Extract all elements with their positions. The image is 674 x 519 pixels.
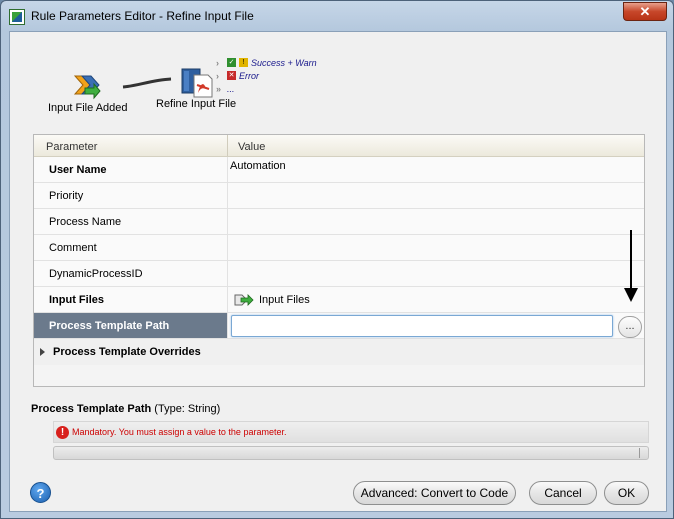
- param-value-cell[interactable]: Input Files: [228, 287, 644, 312]
- param-name: Comment: [34, 235, 228, 260]
- refine-input-file-icon: [181, 68, 213, 98]
- app-icon: [9, 9, 25, 25]
- description-param-name: Process Template Path: [31, 403, 152, 415]
- cancel-button[interactable]: Cancel: [529, 481, 597, 505]
- outlet-label: ...: [227, 83, 235, 94]
- outlet-success-warn[interactable]: › ✓ ! Success + Warn: [216, 56, 317, 69]
- status-bar: [53, 446, 649, 460]
- input-files-icon: [234, 294, 254, 306]
- workflow-diagram: Input File Added Refine Input File › ✓ !…: [10, 32, 410, 122]
- param-value-cell[interactable]: [228, 235, 644, 260]
- target-node-label: Refine Input File: [156, 98, 237, 110]
- param-row-input-files[interactable]: Input Files Input Files: [34, 287, 644, 313]
- description-type: (Type: String): [154, 403, 221, 415]
- parameter-grid: Parameter Value User Name Automation Pri…: [33, 134, 645, 387]
- validation-message: Mandatory. You must assign a value to th…: [72, 427, 287, 437]
- close-button[interactable]: ✕: [623, 2, 667, 21]
- ok-button[interactable]: OK: [604, 481, 649, 505]
- chevron-right-icon: ›: [216, 57, 219, 68]
- group-label: Process Template Overrides: [53, 346, 201, 358]
- help-icon[interactable]: ?: [30, 482, 51, 503]
- advanced-convert-to-code-button[interactable]: Advanced: Convert to Code: [353, 481, 516, 505]
- param-row-process-template-path[interactable]: Process Template Path ...: [34, 313, 644, 339]
- param-name: Process Name: [34, 209, 228, 234]
- workflow-connector: [122, 77, 172, 89]
- param-name: Process Template Path: [34, 313, 228, 338]
- input-file-added-icon: [73, 75, 101, 100]
- param-name: User Name: [34, 157, 228, 182]
- success-check-icon: ✓: [227, 58, 236, 67]
- workflow-outlets: › ✓ ! Success + Warn › ✕ Error » ...: [216, 56, 317, 95]
- source-node-label: Input File Added: [48, 102, 128, 114]
- expand-triangle-icon[interactable]: [40, 348, 45, 356]
- outlet-more[interactable]: » ...: [216, 82, 317, 95]
- grid-header: Parameter Value: [34, 135, 644, 157]
- param-value: Input Files: [259, 294, 310, 306]
- param-row-dynamic-process-id[interactable]: DynamicProcessID: [34, 261, 644, 287]
- dialog-client-area: Input File Added Refine Input File › ✓ !…: [9, 31, 667, 512]
- chevron-right-icon: ›: [216, 70, 219, 81]
- param-value-cell[interactable]: Automation: [228, 157, 644, 182]
- group-process-template-overrides[interactable]: Process Template Overrides: [34, 339, 644, 365]
- title-bar[interactable]: Rule Parameters Editor - Refine Input Fi…: [1, 1, 673, 31]
- param-value: Automation: [230, 160, 286, 172]
- error-icon: !: [56, 425, 69, 439]
- arrow-down-annotation-icon: [624, 230, 638, 302]
- warning-icon: !: [239, 58, 248, 67]
- description-title: Process Template Path (Type: String): [31, 403, 220, 415]
- window-title: Rule Parameters Editor - Refine Input Fi…: [31, 9, 254, 23]
- outlet-label: Success + Warn: [251, 57, 317, 68]
- validation-message-bar: ! Mandatory. You must assign a value to …: [53, 421, 649, 443]
- param-row-user-name[interactable]: User Name Automation: [34, 157, 644, 183]
- value-column-header[interactable]: Value: [228, 135, 644, 156]
- parameter-column-header[interactable]: Parameter: [34, 135, 228, 156]
- outlet-label: Error: [239, 70, 259, 81]
- param-row-priority[interactable]: Priority: [34, 183, 644, 209]
- param-value-cell[interactable]: [228, 261, 644, 286]
- browse-button[interactable]: ...: [618, 316, 642, 338]
- outlet-error[interactable]: › ✕ Error: [216, 69, 317, 82]
- param-value-cell[interactable]: [228, 209, 644, 234]
- param-value-cell[interactable]: ...: [228, 313, 644, 338]
- param-name: Priority: [34, 183, 228, 208]
- rule-parameters-editor-window: Rule Parameters Editor - Refine Input Fi…: [0, 0, 674, 519]
- param-name: Input Files: [34, 287, 228, 312]
- error-x-icon: ✕: [227, 71, 236, 80]
- double-chevron-icon: »: [216, 83, 222, 94]
- param-value-cell[interactable]: [228, 183, 644, 208]
- param-row-process-name[interactable]: Process Name: [34, 209, 644, 235]
- input-files-value: Input Files: [234, 292, 310, 308]
- param-name: DynamicProcessID: [34, 261, 228, 286]
- param-row-comment[interactable]: Comment: [34, 235, 644, 261]
- process-template-path-input[interactable]: [231, 315, 613, 337]
